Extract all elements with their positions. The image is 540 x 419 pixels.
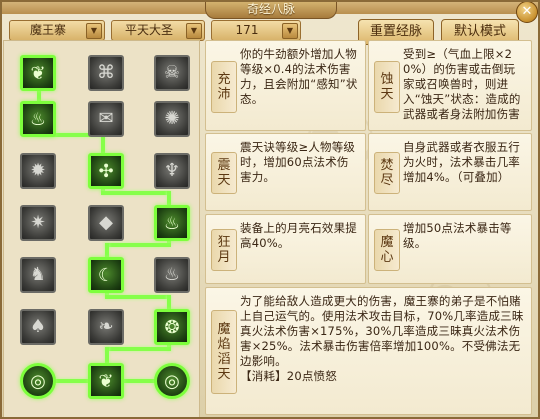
meridian-description: 增加50点法术暴击等级。 — [403, 221, 525, 281]
points-dropdown[interactable]: 171 ▼ — [211, 20, 301, 41]
meridian-description: 为了能给敌人造成更大的伤害，魔王寨的弟子是不怕赌上自己运气的。使用法术攻击目标，… — [240, 294, 525, 412]
meridian-node[interactable]: ❦ — [20, 55, 56, 91]
spiral-rune-icon: ⌘ — [97, 62, 115, 83]
meridian-name-tag: 充沛 — [211, 60, 237, 113]
chevron-down-icon[interactable]: ▼ — [186, 23, 202, 39]
crossed-blades-icon: ✣ — [98, 161, 114, 182]
window-title: 奇经八脉 — [205, 0, 337, 19]
meridian-description: 震天诀等级≥人物等级时，增加60点法术伤害力。 — [240, 140, 359, 208]
rock-shield-icon: ◆ — [99, 212, 113, 233]
bagua-disc-icon: ✹ — [30, 160, 46, 181]
meridian-name-tag: 魔心 — [374, 229, 400, 271]
meridian-description: 自身武器或者衣服五行为火时，法术暴击几率增加4%。（可叠加） — [403, 140, 525, 208]
fire-column-icon: ♨ — [163, 213, 181, 234]
meridian-node[interactable]: ❦ — [88, 363, 124, 399]
meridian-node[interactable]: ✉ — [88, 101, 124, 137]
meridian-node[interactable]: ◎ — [154, 363, 190, 399]
path-dropdown-value: 平天大圣 — [124, 23, 173, 37]
meridian-node[interactable]: ❧ — [88, 309, 124, 345]
school-dropdown-value: 魔王寨 — [29, 23, 66, 37]
scroll-rune-icon: ✉ — [98, 108, 114, 129]
meridian-node[interactable]: ✣ — [88, 153, 124, 189]
meridian-node[interactable]: ♠ — [20, 309, 56, 345]
sun-wheel-icon: ✺ — [164, 108, 180, 129]
meridian-description-text: 装备上的月亮石效果提高40%。 — [240, 221, 357, 250]
meridian-node[interactable]: ♆ — [154, 153, 190, 189]
meridian-node[interactable]: ☠ — [154, 55, 190, 91]
meridian-name-tag: 震天 — [211, 152, 237, 194]
meridian-node[interactable]: ✺ — [154, 101, 190, 137]
meridian-node[interactable]: ◎ — [20, 363, 56, 399]
meridian-description-card: 魔心 增加50点法术暴击等级。 — [368, 214, 532, 284]
meridian-name-tag: 蚀天 — [374, 60, 400, 113]
meridian-node[interactable]: ♞ — [20, 257, 56, 293]
meridian-node[interactable]: ♨ — [154, 205, 190, 241]
flame-figure-icon: ❦ — [30, 63, 46, 84]
meridian-window: ☯ ☯ 奇经八脉 ✕ 魔王寨 ▼ 平天大圣 ▼ 171 ▼ 重置经脉 默认模式 … — [0, 0, 540, 419]
meridian-cost: 【消耗】20点愤怒 — [240, 369, 337, 383]
meridian-description-text: 受到≥（气血上限×20%）的伤害或击倒玩家或召唤兽时，则进入“蚀天”状态：造成的… — [403, 47, 521, 121]
gourd-icon: ♠ — [29, 316, 47, 337]
meridian-node[interactable]: ◆ — [88, 205, 124, 241]
blaze-icon: ♆ — [163, 160, 181, 181]
meridian-description-text: 为了能给敌人造成更大的伤害，魔王寨的弟子是不怕赌上自己运气的。使用法术攻击目标，… — [240, 294, 524, 368]
meridian-name-tag: 焚尽 — [374, 152, 400, 194]
meridian-link — [120, 379, 156, 383]
meridian-description: 受到≥（气血上限×20%）的伤害或击倒玩家或召唤兽时，则进入“蚀天”状态：造成的… — [403, 47, 525, 128]
meridian-node[interactable]: ✷ — [20, 205, 56, 241]
meridian-node[interactable]: ✹ — [20, 153, 56, 189]
meridian-link — [105, 295, 169, 299]
fire-wave-icon: ♨ — [29, 109, 47, 130]
meridian-node[interactable]: ♨ — [20, 101, 56, 137]
meridian-node[interactable]: ❂ — [154, 309, 190, 345]
meridian-description-text: 震天诀等级≥人物等级时，增加60点法术伤害力。 — [240, 140, 356, 184]
demon-mask-icon: ☠ — [163, 62, 181, 83]
meridian-description-text: 自身武器或者衣服五行为火时，法术暴击几率增加4%。（可叠加） — [403, 140, 520, 184]
flame-pillar-icon: ♨ — [163, 264, 181, 285]
flame-hand-icon: ❦ — [98, 371, 114, 392]
meridian-name-tag: 魔焰滔天 — [211, 310, 237, 394]
chevron-down-icon[interactable]: ▼ — [86, 23, 102, 39]
coil-orb-icon: ◎ — [30, 371, 46, 392]
close-button[interactable]: ✕ — [516, 1, 538, 23]
meridian-description-text: 你的牛劲额外增加人物等级×0.4的法术伤害力，且会附加“感知”状态。 — [240, 47, 358, 106]
meridian-link — [101, 191, 169, 195]
meridian-description-card: 魔焰滔天 为了能给敌人造成更大的伤害，魔王寨的弟子是不怕赌上自己运气的。使用法术攻… — [205, 287, 532, 415]
path-dropdown[interactable]: 平天大圣 ▼ — [111, 20, 205, 41]
chevron-down-icon[interactable]: ▼ — [282, 23, 298, 39]
points-dropdown-value: 171 — [235, 23, 259, 37]
meridian-link — [105, 347, 171, 351]
meridian-node[interactable]: ☾ — [88, 257, 124, 293]
meridian-description-card: 蚀天 受到≥（气血上限×20%）的伤害或击倒玩家或召唤兽时，则进入“蚀天”状态：造… — [368, 40, 532, 131]
meridian-description-card: 震天 震天诀等级≥人物等级时，增加60点法术伤害力。 — [205, 133, 366, 211]
burst-icon: ✷ — [30, 212, 46, 233]
meridian-name-tag: 狂月 — [211, 229, 237, 271]
school-dropdown[interactable]: 魔王寨 ▼ — [9, 20, 105, 41]
meridian-description: 你的牛劲额外增加人物等级×0.4的法术伤害力，且会附加“感知”状态。 — [240, 47, 359, 128]
swirl-seal-icon: ❂ — [164, 317, 180, 338]
meridian-description: 装备上的月亮石效果提高40%。 — [240, 221, 359, 281]
meridian-link — [105, 243, 171, 247]
meridian-description-card: 充沛 你的牛劲额外增加人物等级×0.4的法术伤害力，且会附加“感知”状态。 — [205, 40, 366, 131]
meridian-description-text: 增加50点法术暴击等级。 — [403, 221, 512, 250]
moon-ring-icon: ☾ — [97, 265, 115, 286]
meridian-description-card: 焚尽 自身武器或者衣服五行为火时，法术暴击几率增加4%。（可叠加） — [368, 133, 532, 211]
spirit-fire-icon: ❧ — [98, 316, 114, 337]
serpent-orb-icon: ◎ — [164, 371, 180, 392]
beast-claw-icon: ♞ — [29, 264, 47, 285]
meridian-description-card: 狂月 装备上的月亮石效果提高40%。 — [205, 214, 366, 284]
meridian-tree: ❦ ⌘ ☠ ♨ ✉ ✺ ✹ ✣ ♆ ✷ ◆ ♨ ♞ ☾ ♨ ♠ ❧ ❂ ◎ ❦ ◎ — [3, 40, 200, 418]
meridian-node[interactable]: ⌘ — [88, 55, 124, 91]
meridian-node[interactable]: ♨ — [154, 257, 190, 293]
